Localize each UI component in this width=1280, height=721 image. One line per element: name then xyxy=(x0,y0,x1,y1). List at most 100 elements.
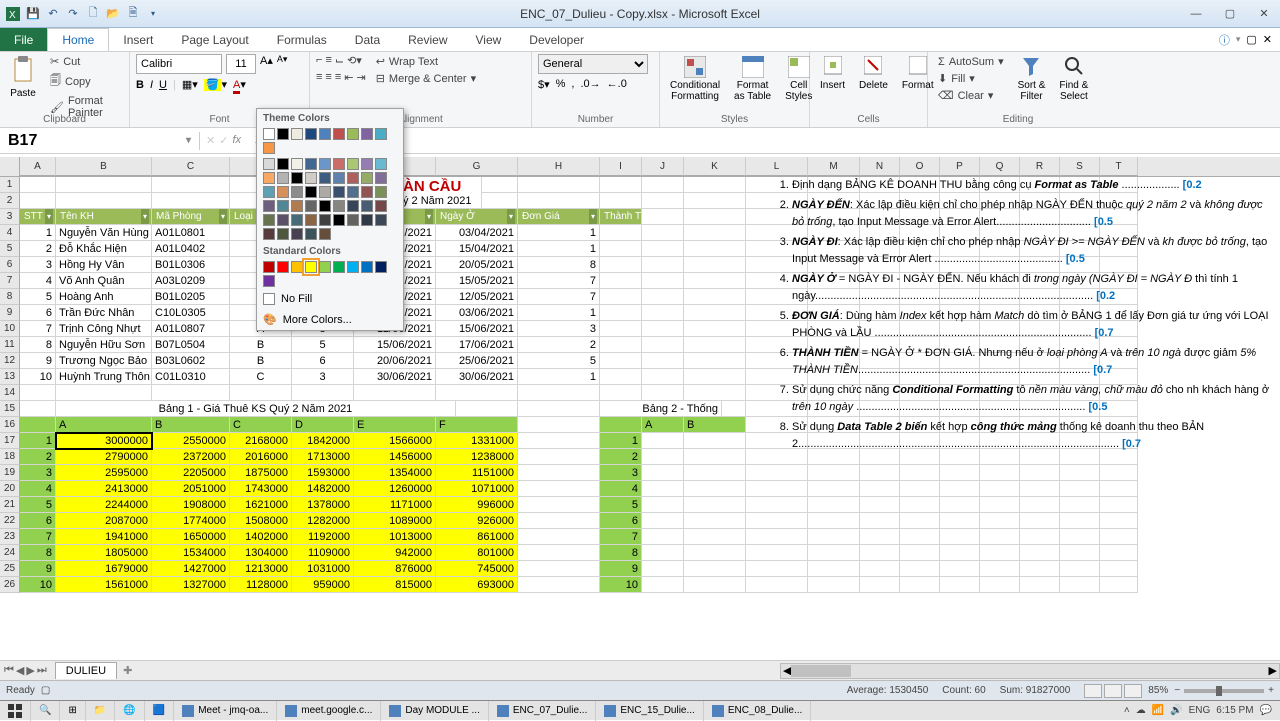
cell[interactable] xyxy=(860,513,900,529)
table-header[interactable]: Mã Phòng▾ xyxy=(152,209,230,225)
row-header-13[interactable]: 13 xyxy=(0,369,20,385)
cell[interactable]: 15/04/2021 xyxy=(436,241,518,257)
tray-up-icon[interactable]: ˄ xyxy=(1124,705,1130,716)
color-swatch[interactable] xyxy=(333,172,345,184)
cell[interactable]: Huỳnh Trung Thôn xyxy=(56,369,152,385)
cell[interactable]: 3000000 xyxy=(56,433,152,449)
cell[interactable] xyxy=(1020,497,1060,513)
cell[interactable] xyxy=(1100,497,1138,513)
cell[interactable]: 1 xyxy=(518,369,600,385)
cell[interactable] xyxy=(642,497,684,513)
tab-home[interactable]: Home xyxy=(47,28,109,51)
dec-decimal-icon[interactable]: ←.0 xyxy=(607,78,627,91)
color-swatch[interactable] xyxy=(361,158,373,170)
browser-icon[interactable]: 🌐 xyxy=(115,701,144,721)
close-icon[interactable]: ✕ xyxy=(1252,5,1276,23)
cell[interactable] xyxy=(808,513,860,529)
cell[interactable]: 1 xyxy=(518,225,600,241)
cell[interactable]: 1327000 xyxy=(152,577,230,593)
print-icon[interactable]: 🗎 xyxy=(124,5,142,23)
cell[interactable] xyxy=(808,465,860,481)
sheet-last-icon[interactable]: ⏭ xyxy=(37,664,47,677)
cell[interactable] xyxy=(980,481,1020,497)
autosum-button[interactable]: ΣAutoSum ▾ xyxy=(934,54,1008,69)
cell[interactable]: 20/06/2021 xyxy=(354,353,436,369)
color-swatch[interactable] xyxy=(291,158,303,170)
cell[interactable]: 1378000 xyxy=(292,497,354,513)
col-header-H[interactable]: H xyxy=(518,157,600,176)
cell[interactable] xyxy=(642,529,684,545)
cell[interactable] xyxy=(518,481,600,497)
color-swatch[interactable] xyxy=(291,214,303,226)
cell[interactable] xyxy=(684,289,746,305)
cell[interactable] xyxy=(642,465,684,481)
color-swatch[interactable] xyxy=(361,200,373,212)
cell[interactable]: 2 xyxy=(518,337,600,353)
cell[interactable]: 3 xyxy=(20,465,56,481)
col-header-J[interactable]: J xyxy=(642,157,684,176)
cell[interactable] xyxy=(20,193,56,209)
cell[interactable] xyxy=(642,305,684,321)
cell[interactable] xyxy=(1020,465,1060,481)
cell[interactable]: 1875000 xyxy=(230,465,292,481)
cell[interactable] xyxy=(980,513,1020,529)
cell[interactable] xyxy=(518,497,600,513)
row-header-8[interactable]: 8 xyxy=(0,289,20,305)
cell[interactable] xyxy=(980,529,1020,545)
cell[interactable] xyxy=(940,497,980,513)
color-swatch[interactable] xyxy=(319,228,331,240)
cell[interactable] xyxy=(518,177,600,193)
table-header[interactable]: Đơn Giá▾ xyxy=(518,209,600,225)
cell[interactable]: 1 xyxy=(518,305,600,321)
col-header-Q[interactable]: Q xyxy=(980,157,1020,176)
color-swatch[interactable] xyxy=(361,172,373,184)
cell[interactable] xyxy=(642,577,684,593)
cell[interactable] xyxy=(1060,545,1100,561)
row-header-6[interactable]: 6 xyxy=(0,257,20,273)
cell[interactable] xyxy=(518,449,600,465)
wrap-text-button[interactable]: ↩Wrap Text xyxy=(372,54,480,69)
col-header-S[interactable]: S xyxy=(1060,157,1100,176)
cell[interactable]: 8 xyxy=(20,337,56,353)
cell[interactable]: 1 xyxy=(20,225,56,241)
cell[interactable]: A01L0402 xyxy=(152,241,230,257)
cell[interactable] xyxy=(684,481,746,497)
cell[interactable] xyxy=(684,497,746,513)
cell[interactable] xyxy=(518,385,600,401)
tab-review[interactable]: Review xyxy=(394,28,461,51)
cell[interactable] xyxy=(684,321,746,337)
color-swatch[interactable] xyxy=(319,158,331,170)
cell[interactable]: Trịnh Công Nhựt xyxy=(56,321,152,337)
row-header-12[interactable]: 12 xyxy=(0,353,20,369)
cell[interactable]: Võ Anh Quân xyxy=(56,273,152,289)
cell[interactable] xyxy=(940,513,980,529)
cell[interactable] xyxy=(642,193,684,209)
color-swatch[interactable] xyxy=(291,128,303,140)
color-swatch[interactable] xyxy=(375,214,387,226)
cell[interactable] xyxy=(1100,545,1138,561)
cell[interactable] xyxy=(900,481,940,497)
taskbar-app[interactable]: ENC_15_Dulie... xyxy=(596,701,703,721)
cell[interactable]: 1238000 xyxy=(436,449,518,465)
cell[interactable] xyxy=(600,225,642,241)
color-swatch[interactable] xyxy=(361,128,373,140)
cell[interactable]: ý 2 Năm 2021 xyxy=(400,193,482,209)
comma-icon[interactable]: , xyxy=(571,78,574,91)
cell[interactable] xyxy=(684,177,746,193)
cell[interactable] xyxy=(980,465,1020,481)
cell[interactable] xyxy=(152,193,230,209)
cell[interactable]: 1031000 xyxy=(292,561,354,577)
cell[interactable] xyxy=(642,273,684,289)
cell[interactable] xyxy=(642,353,684,369)
cell[interactable] xyxy=(684,337,746,353)
cell[interactable] xyxy=(600,257,642,273)
name-box[interactable]: B17▾ xyxy=(0,132,200,150)
cell[interactable]: 8 xyxy=(600,545,642,561)
horizontal-scrollbar[interactable]: ◀▶ xyxy=(780,663,1280,679)
row-header-5[interactable]: 5 xyxy=(0,241,20,257)
cell[interactable]: 1128000 xyxy=(230,577,292,593)
find-select-button[interactable]: Find & Select xyxy=(1055,54,1092,104)
cell[interactable] xyxy=(980,577,1020,593)
cell[interactable]: 1427000 xyxy=(152,561,230,577)
cell[interactable]: 1508000 xyxy=(230,513,292,529)
